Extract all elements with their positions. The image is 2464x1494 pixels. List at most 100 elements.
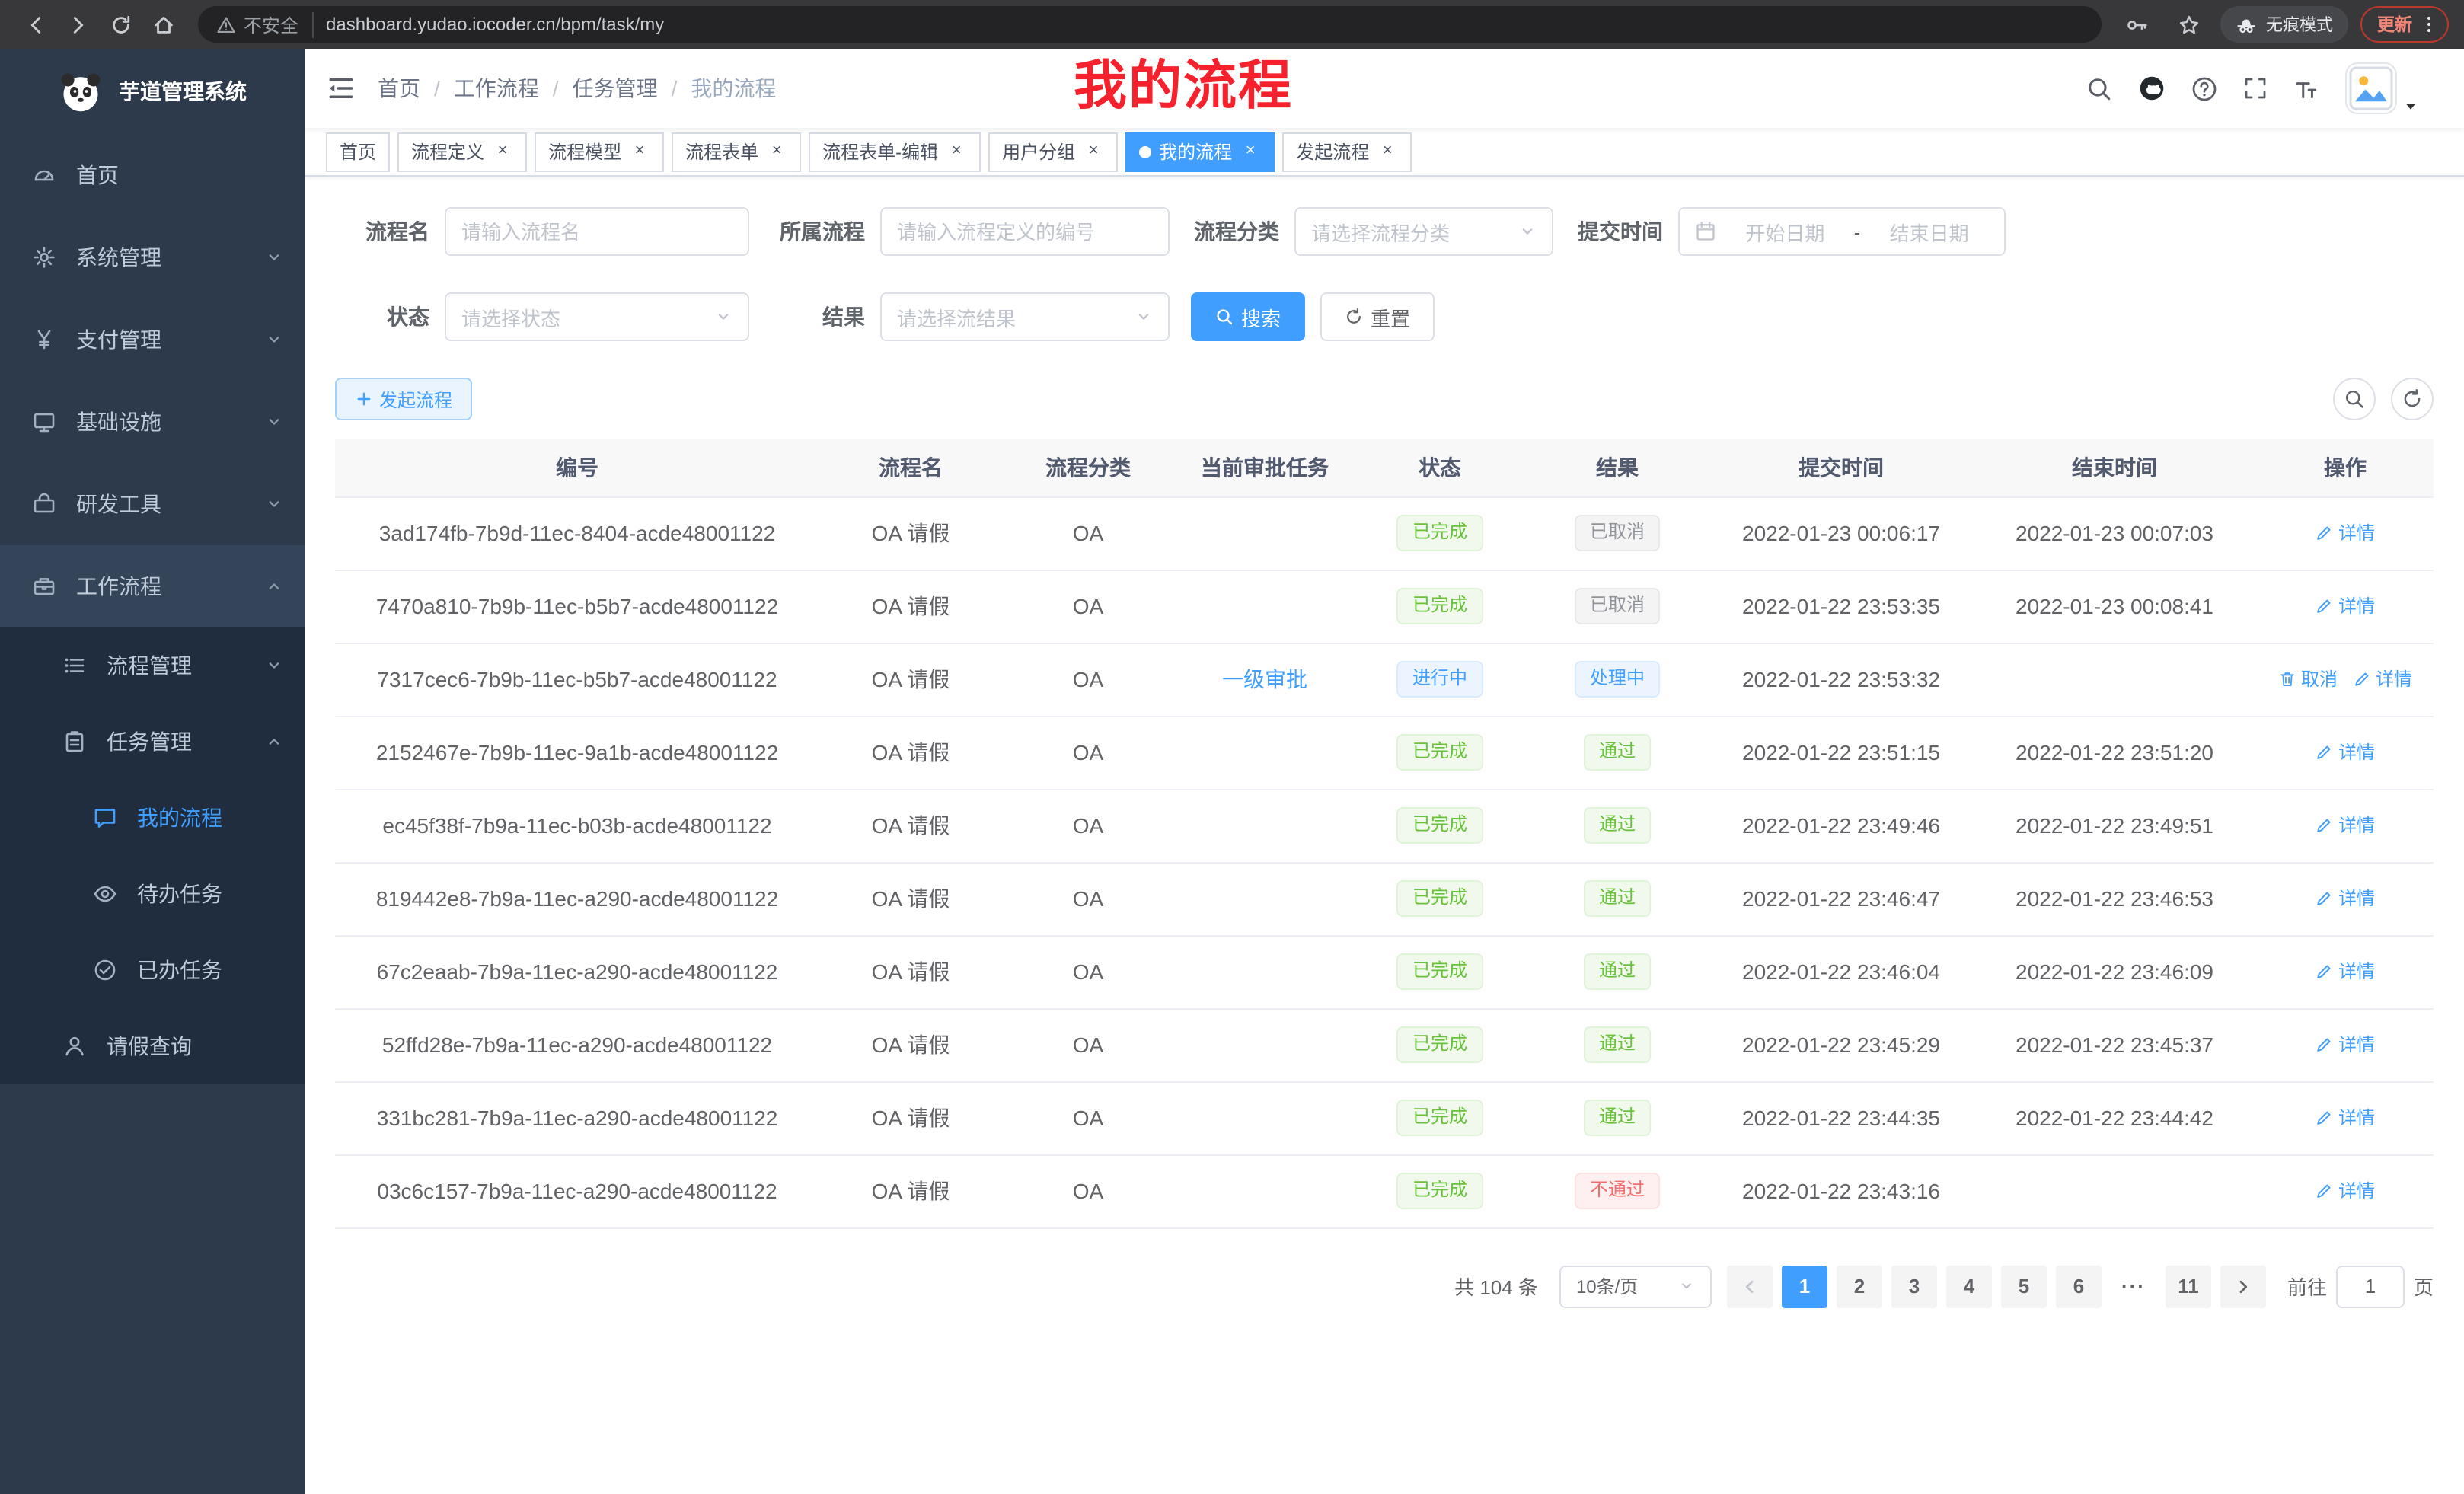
goto-page-input[interactable]: [2336, 1265, 2405, 1307]
sidebar-item-my-process[interactable]: 我的流程: [0, 780, 305, 856]
bookmark-star-icon[interactable]: [2169, 5, 2208, 44]
app-logo[interactable]: 芋道管理系统: [0, 49, 305, 134]
detail-link[interactable]: 详情: [2316, 593, 2375, 619]
date-range-picker[interactable]: 开始日期 - 结束日期: [1678, 207, 2006, 256]
prev-page-button[interactable]: [1727, 1265, 1773, 1307]
back-button[interactable]: [15, 5, 55, 44]
fullscreen-icon[interactable]: [2243, 76, 2268, 101]
sidebar-item-leave-query[interactable]: 请假查询: [0, 1008, 305, 1084]
detail-link[interactable]: 详情: [2316, 1032, 2375, 1058]
current-task-link[interactable]: 一级审批: [1222, 667, 1307, 691]
cell-category: OA: [1002, 716, 1174, 789]
breadcrumb-workflow[interactable]: 工作流程: [454, 73, 539, 104]
refresh-table-button[interactable]: [2391, 378, 2434, 420]
status-badge: 已完成: [1397, 1100, 1483, 1135]
cancel-link[interactable]: 取消: [2278, 666, 2338, 692]
cell-submit-time: 2022-01-22 23:53:35: [1710, 570, 1972, 643]
detail-link[interactable]: 详情: [2316, 812, 2375, 838]
cell-result: 不通过: [1524, 1154, 1710, 1227]
cell-end-time: 2022-01-23 00:08:41: [1972, 570, 2257, 643]
sidebar-item-todo-tasks[interactable]: 待办任务: [0, 856, 305, 932]
sidebar-item-workflow[interactable]: 工作流程: [0, 545, 305, 627]
update-pill[interactable]: 更新: [2360, 6, 2449, 43]
avatar[interactable]: [2345, 62, 2397, 114]
sidebar-item-system[interactable]: 系统管理: [0, 216, 305, 298]
home-button[interactable]: [143, 5, 183, 44]
result-select[interactable]: 请选择流结果: [880, 292, 1170, 341]
filter-row-1: 流程名 所属流程 流程分类 请选择流程分类 提交时间 开始日期 -: [335, 207, 2434, 256]
page-button-3[interactable]: 3: [1891, 1265, 1937, 1307]
next-page-button[interactable]: [2220, 1265, 2266, 1307]
page-ellipsis[interactable]: ···: [2111, 1275, 2156, 1298]
navbar-actions: [2086, 62, 2464, 114]
font-size-icon[interactable]: [2293, 75, 2319, 101]
key-icon[interactable]: [2117, 5, 2156, 44]
close-icon[interactable]: ×: [1240, 141, 1261, 162]
detail-link[interactable]: 详情: [2316, 1105, 2375, 1131]
cell-actions: 详情: [2257, 1008, 2434, 1081]
close-icon[interactable]: ×: [946, 141, 967, 162]
user-menu[interactable]: [2345, 62, 2418, 114]
sidebar-item-infra[interactable]: 基础设施: [0, 381, 305, 463]
tab-user-group[interactable]: 用户分组×: [988, 132, 1118, 171]
sidebar-item-payment[interactable]: 支付管理: [0, 298, 305, 381]
page-size-select[interactable]: 10条/页: [1559, 1265, 1712, 1307]
tab-my-process[interactable]: 我的流程×: [1125, 132, 1275, 171]
breadcrumb-task-mgmt[interactable]: 任务管理: [573, 73, 658, 104]
reset-button[interactable]: 重置: [1320, 292, 1435, 341]
start-process-button[interactable]: 发起流程: [335, 378, 472, 420]
sidebar-item-devtools[interactable]: 研发工具: [0, 463, 305, 545]
cell-process-id: 67c2eaab-7b9a-11ec-a290-acde48001122: [335, 935, 819, 1008]
sidebar-item-home[interactable]: 首页: [0, 134, 305, 216]
close-icon[interactable]: ×: [629, 141, 650, 162]
hamburger-icon[interactable]: [305, 73, 378, 104]
tab-start-process[interactable]: 发起流程×: [1282, 132, 1412, 171]
detail-link[interactable]: 详情: [2316, 959, 2375, 985]
search-button[interactable]: 搜索: [1191, 292, 1305, 341]
tab-home[interactable]: 首页: [326, 132, 390, 171]
detail-link[interactable]: 详情: [2316, 886, 2375, 911]
question-icon[interactable]: [2191, 75, 2217, 101]
close-icon[interactable]: ×: [1377, 141, 1398, 162]
page-button-5[interactable]: 5: [2001, 1265, 2047, 1307]
page-button-4[interactable]: 4: [1946, 1265, 1992, 1307]
address-bar[interactable]: 不安全 dashboard.yudao.iocoder.cn/bpm/task/…: [198, 6, 2102, 43]
toggle-search-button[interactable]: [2333, 378, 2376, 420]
category-select[interactable]: 请选择流程分类: [1294, 207, 1553, 256]
cell-end-time: 2022-01-22 23:49:51: [1972, 789, 2257, 862]
page-button-1[interactable]: 1: [1782, 1265, 1827, 1307]
process-name-input[interactable]: [461, 220, 732, 243]
close-icon[interactable]: ×: [1083, 141, 1104, 162]
page-button-2[interactable]: 2: [1837, 1265, 1882, 1307]
forward-button[interactable]: [58, 5, 97, 44]
tab-process-form[interactable]: 流程表单×: [672, 132, 801, 171]
cell-submit-time: 2022-01-23 00:06:17: [1710, 496, 1972, 570]
sidebar-item-task-mgmt[interactable]: 任务管理: [0, 704, 305, 780]
breadcrumb-home[interactable]: 首页: [378, 73, 420, 104]
search-icon[interactable]: [2086, 75, 2112, 101]
detail-link[interactable]: 详情: [2316, 520, 2375, 546]
reload-button[interactable]: [101, 5, 140, 44]
page-button-11[interactable]: 11: [2166, 1265, 2211, 1307]
tab-process-form-edit[interactable]: 流程表单-编辑×: [809, 132, 981, 171]
close-icon[interactable]: ×: [492, 141, 513, 162]
detail-link[interactable]: 详情: [2353, 666, 2412, 692]
tab-process-model[interactable]: 流程模型×: [535, 132, 664, 171]
pencil-icon: [2316, 743, 2334, 761]
tab-process-definition[interactable]: 流程定义×: [397, 132, 527, 171]
sidebar-item-process-mgmt[interactable]: 流程管理: [0, 627, 305, 704]
cell-process-id: ec45f38f-7b9a-11ec-b03b-acde48001122: [335, 789, 819, 862]
status-select[interactable]: 请选择状态: [445, 292, 749, 341]
incognito-badge[interactable]: 无痕模式: [2220, 6, 2348, 43]
cell-submit-time: 2022-01-22 23:44:35: [1710, 1081, 1972, 1154]
detail-link[interactable]: 详情: [2316, 739, 2375, 765]
page-button-6[interactable]: 6: [2056, 1265, 2102, 1307]
kebab-menu-icon[interactable]: [2418, 14, 2440, 35]
security-chip[interactable]: 不安全: [216, 11, 314, 37]
cell-process-name: OA 请假: [819, 1008, 1002, 1081]
sidebar-item-done-tasks[interactable]: 已办任务: [0, 932, 305, 1008]
process-definition-input[interactable]: [897, 220, 1153, 243]
detail-link[interactable]: 详情: [2316, 1178, 2375, 1204]
close-icon[interactable]: ×: [766, 141, 787, 162]
github-icon[interactable]: [2138, 75, 2166, 102]
